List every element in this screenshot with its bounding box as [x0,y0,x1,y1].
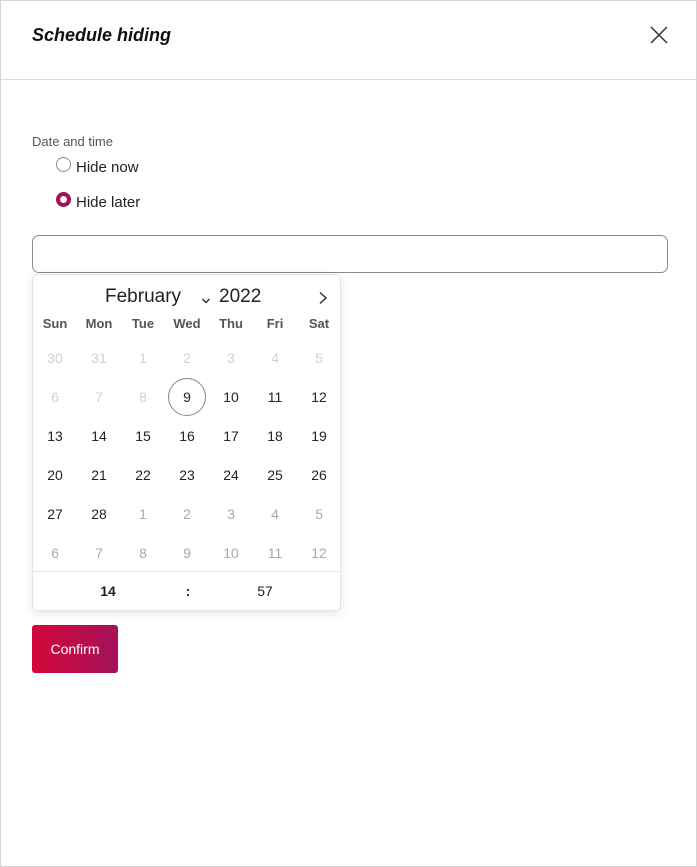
weekday-label: Fri [266,316,284,331]
calendar-day[interactable]: 2 [168,495,206,533]
calendar-day[interactable]: 28 [80,495,118,533]
weekday-label: Thu [219,316,243,331]
calendar-day: 8 [139,389,147,405]
calendar-day: 6 [51,389,59,405]
schedule-hiding-dialog: Schedule hiding Date and time Hide now H… [0,0,697,867]
calendar-day: 4 [271,350,279,366]
calendar-day[interactable]: 12 [300,378,338,416]
chevron-down-icon[interactable] [201,292,211,304]
calendar-day: 3 [227,350,235,366]
calendar-day[interactable]: 20 [36,456,74,494]
hide-later-label: Hide later [76,194,141,211]
calendar-day[interactable]: 10 [212,534,250,572]
calendar-day: 2 [183,350,191,366]
calendar-day[interactable]: 22 [124,456,162,494]
hide-now-radio[interactable] [56,157,71,172]
month-select[interactable]: February [105,286,181,308]
calendar-day[interactable]: 18 [256,417,294,455]
confirm-button[interactable]: Confirm [32,625,118,673]
calendar-day[interactable]: 23 [168,456,206,494]
calendar-day: 7 [95,389,103,405]
hide-later-option[interactable]: Hide later [56,192,141,211]
calendar-day[interactable]: 8 [124,534,162,572]
calendar-day[interactable]: 6 [36,534,74,572]
calendar-day[interactable]: 1 [124,495,162,533]
calendar-day[interactable]: 14 [80,417,118,455]
calendar-day: 30 [47,350,63,366]
weekday-label: Sat [308,316,330,331]
hide-now-label: Hide now [76,159,139,176]
weekday-label: Wed [173,316,201,331]
calendar-day[interactable]: 12 [300,534,338,572]
calendar-day[interactable]: 15 [124,417,162,455]
calendar-day[interactable]: 7 [80,534,118,572]
calendar-day[interactable]: 27 [36,495,74,533]
close-icon[interactable] [647,23,671,47]
weekday-label: Tue [131,316,155,331]
calendar-day[interactable]: 9 [168,534,206,572]
calendar-day: 31 [91,350,107,366]
calendar-day[interactable]: 5 [300,495,338,533]
calendar-day[interactable]: 19 [300,417,338,455]
calendar-day[interactable]: 25 [256,456,294,494]
calendar-day[interactable]: 21 [80,456,118,494]
weekday-label: Mon [85,316,113,331]
calendar-day[interactable]: 11 [256,534,294,572]
time-separator: : [185,583,191,599]
chevron-right-icon[interactable] [317,291,329,305]
hide-now-option[interactable]: Hide now [56,157,139,176]
day-grid: 30 31 1 2 3 4 5 6 7 8 9 10 11 12 13 14 15 16 17 18 19 20 21 22 2… [33,339,340,573]
dialog-title: Schedule hiding [32,25,172,45]
date-picker-popup: February 2022 Sun Mon Tue Wed Thu Fri Sat 30 31… [32,274,341,611]
minute-input[interactable]: 57 [245,583,285,599]
time-picker: 14 : 57 [33,571,340,611]
calendar-day[interactable]: 11 [256,378,294,416]
hide-later-radio[interactable] [56,192,71,207]
datetime-input[interactable] [32,235,668,273]
date-time-label: Date and time [32,134,113,149]
calendar-day[interactable]: 17 [212,417,250,455]
calendar-day[interactable]: 16 [168,417,206,455]
calendar-day[interactable]: 24 [212,456,250,494]
calendar-day: 5 [315,350,323,366]
calendar-day[interactable]: 3 [212,495,250,533]
calendar-day: 1 [139,350,147,366]
weekday-header: Sun Mon Tue Wed Thu Fri Sat [33,316,340,334]
calendar-day-today[interactable]: 9 [168,378,206,416]
weekday-label: Sun [42,316,68,331]
dialog-header: Schedule hiding [1,1,696,80]
calendar-day[interactable]: 4 [256,495,294,533]
calendar-day[interactable]: 13 [36,417,74,455]
calendar-day[interactable]: 10 [212,378,250,416]
calendar-day[interactable]: 26 [300,456,338,494]
year-input[interactable]: 2022 [219,286,261,308]
hour-input[interactable]: 14 [88,583,128,599]
